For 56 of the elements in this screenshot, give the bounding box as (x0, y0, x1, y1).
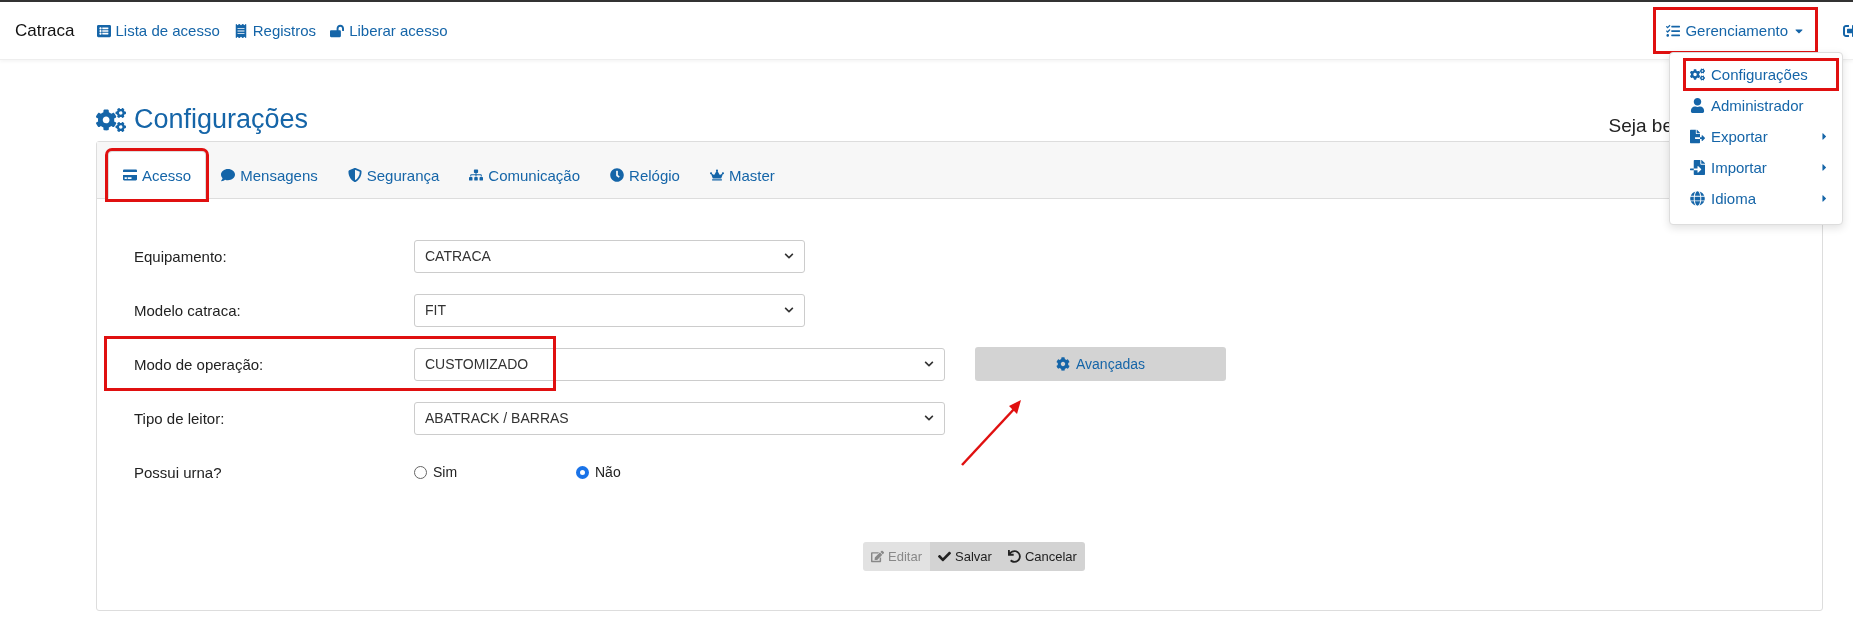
file-import-icon (1690, 160, 1705, 175)
nav-link[interactable]: Lista de acesso (96, 22, 220, 39)
radio-icon[interactable] (576, 465, 589, 479)
brand-name[interactable]: Catraca (15, 20, 75, 41)
globe-icon (1690, 191, 1705, 206)
gears-icon (1690, 67, 1705, 82)
select-field[interactable]: FIT (414, 293, 805, 327)
menu-item[interactable]: Exportar (1686, 123, 1836, 150)
page-title: Configurações (96, 104, 309, 135)
edit-icon (871, 550, 885, 563)
hierarchy-icon (469, 168, 484, 182)
card-icon (123, 168, 137, 182)
chevron-icon (924, 359, 934, 369)
advanced-button[interactable]: Avançadas (975, 347, 1226, 381)
menu-item[interactable]: Idioma (1686, 185, 1836, 212)
menu-item[interactable]: Importar (1686, 154, 1836, 181)
action-button[interactable]: Salvar (930, 542, 1000, 571)
checklist-icon (1666, 23, 1681, 38)
tab[interactable]: Relógio (595, 151, 695, 199)
radio-option[interactable]: Não (576, 464, 738, 480)
field-label: Tipo de leitor: (134, 409, 226, 427)
crown-icon (709, 168, 724, 182)
user-icon (1690, 98, 1705, 113)
radio-icon[interactable] (414, 465, 427, 479)
padlock-icon (330, 23, 345, 38)
select-field[interactable]: ABATRACK / BARRAS (414, 401, 945, 435)
tab[interactable]: Comunicação (454, 151, 596, 199)
check-icon (938, 550, 952, 563)
menu-item[interactable]: Configurações (1686, 61, 1836, 88)
field-label: Modo de operação: (134, 355, 265, 373)
tab[interactable]: Acesso (108, 151, 207, 199)
gear-icon (1056, 357, 1070, 371)
select-field[interactable]: CUSTOMIZADO (414, 347, 945, 381)
list-icon (96, 23, 111, 38)
field-label: Equipamento: (134, 247, 228, 265)
tab[interactable]: Master (694, 151, 790, 199)
tab[interactable]: Mensagens (206, 151, 333, 199)
file-export-icon (1690, 129, 1705, 144)
nav-link[interactable]: Registros (233, 22, 317, 39)
shield-icon (347, 168, 362, 182)
action-button[interactable]: Cancelar (999, 542, 1085, 571)
field-label: Modelo catraca: (134, 301, 242, 319)
nav-link[interactable]: Liberar acesso (330, 22, 448, 39)
select-field[interactable]: CATRACA (414, 239, 805, 273)
chevron-icon (784, 251, 794, 261)
undo-icon (1007, 550, 1021, 563)
chevron-icon (924, 413, 934, 423)
field-label: Possui urna? (134, 463, 223, 481)
menu-dropdown-toggle[interactable]: Gerenciamento (1656, 10, 1815, 51)
menu-item[interactable]: Administrador (1686, 92, 1836, 119)
speech-bubble-icon (221, 168, 236, 182)
chevron-icon (784, 305, 794, 315)
tab[interactable]: Segurança (332, 151, 455, 199)
radio-option[interactable]: Sim (414, 464, 576, 480)
clock-icon (610, 168, 625, 182)
receipt-icon (233, 23, 248, 38)
